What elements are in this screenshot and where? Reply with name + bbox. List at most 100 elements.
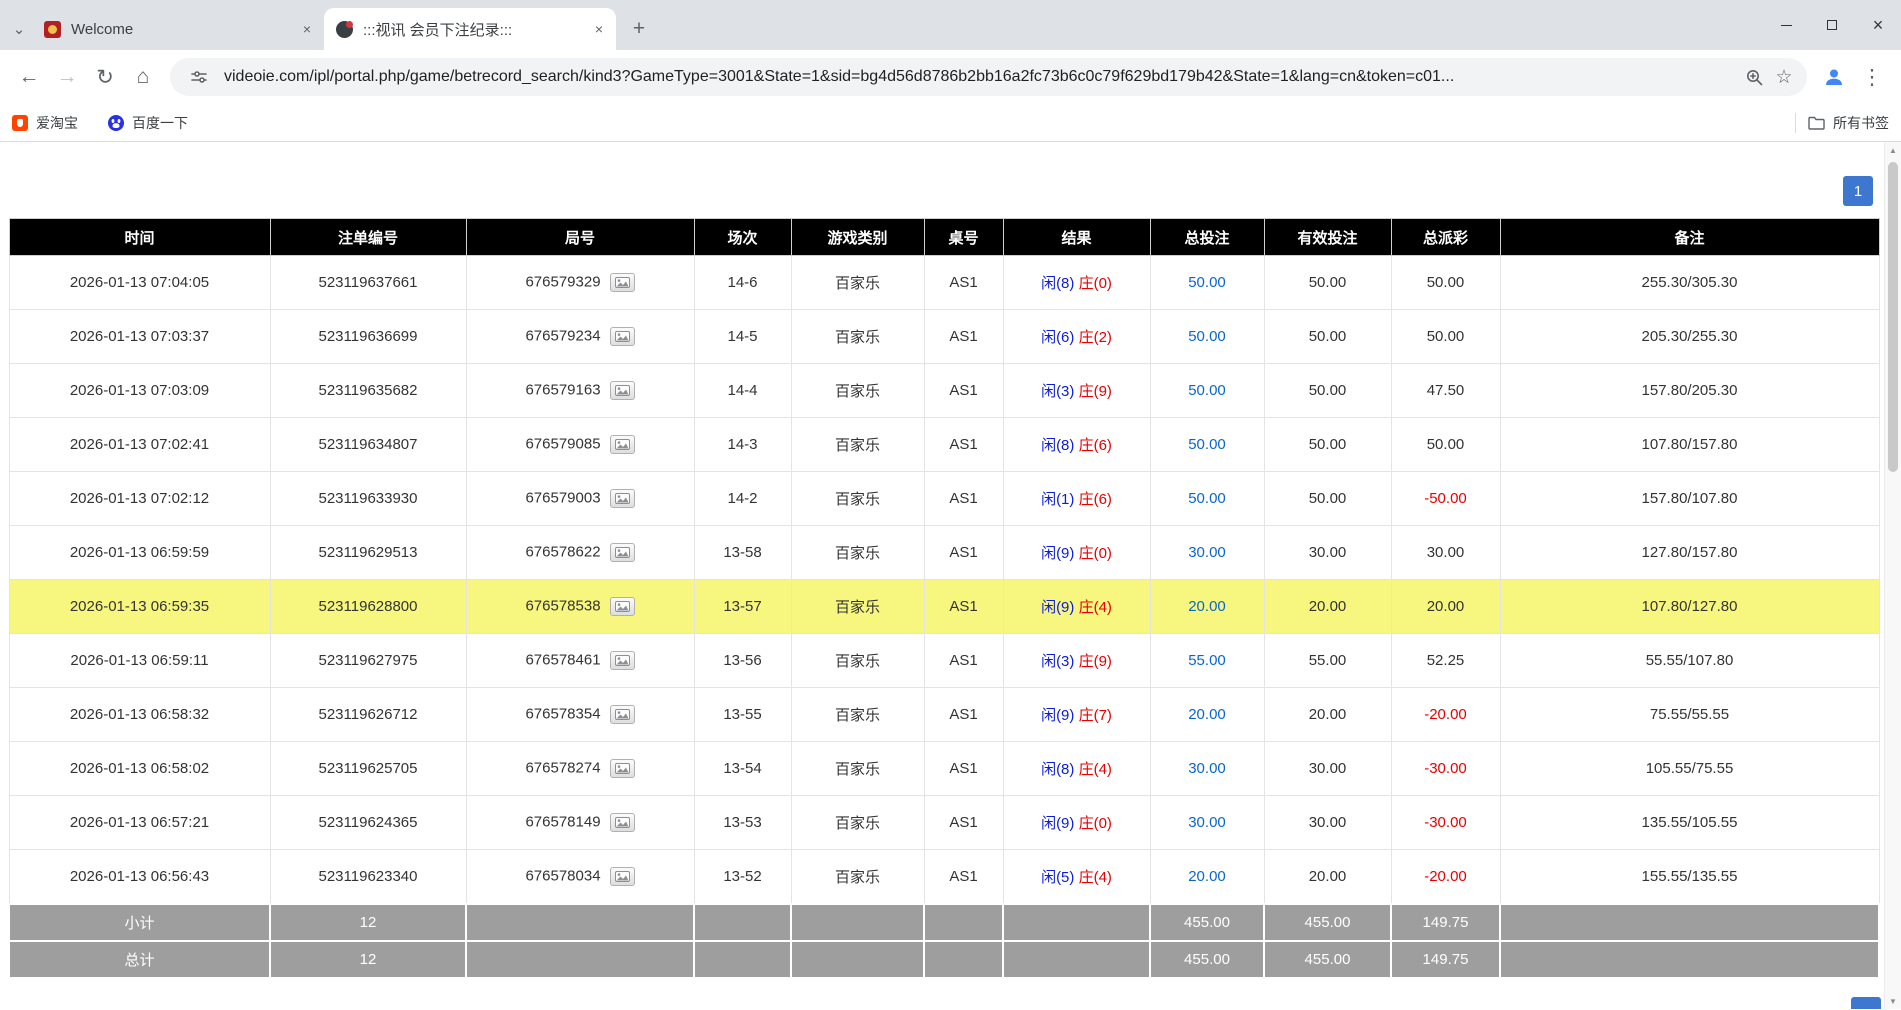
bookmark-taobao[interactable]: 爱淘宝 bbox=[12, 113, 78, 133]
bet-record-row[interactable]: 2026-01-13 06:57:21523119624365676578149… bbox=[9, 796, 1879, 850]
scroll-down-icon[interactable]: ▼ bbox=[1885, 993, 1901, 1009]
round-result-image-icon[interactable] bbox=[610, 813, 635, 832]
summary-empty-cell bbox=[694, 904, 791, 941]
round-result-image-icon[interactable] bbox=[610, 867, 635, 886]
forward-icon[interactable]: → bbox=[48, 58, 86, 96]
cell-table-number: AS1 bbox=[924, 850, 1003, 904]
cell-valid-bet: 30.00 bbox=[1264, 526, 1391, 580]
bet-record-row[interactable]: 2026-01-13 06:59:59523119629513676578622… bbox=[9, 526, 1879, 580]
round-number: 676578034 bbox=[525, 867, 600, 884]
round-result-image-icon[interactable] bbox=[610, 327, 635, 346]
total-bet-amount[interactable]: 30.00 bbox=[1188, 544, 1226, 561]
page-scrollbar[interactable]: ▲ ▼ bbox=[1884, 142, 1901, 1009]
total-bet-amount[interactable]: 50.00 bbox=[1188, 436, 1226, 453]
cell-table-number: AS1 bbox=[924, 526, 1003, 580]
cell-remark: 135.55/105.55 bbox=[1500, 796, 1879, 850]
round-result-image-icon[interactable] bbox=[610, 705, 635, 724]
zoom-icon[interactable] bbox=[1739, 62, 1769, 92]
total-bet-amount[interactable]: 50.00 bbox=[1188, 382, 1226, 399]
cell-valid-bet: 30.00 bbox=[1264, 796, 1391, 850]
total-bet-amount[interactable]: 50.00 bbox=[1188, 490, 1226, 507]
summary-label: 小计 bbox=[9, 904, 270, 941]
tab-welcome[interactable]: Welcome × bbox=[32, 8, 324, 50]
page-number-button-bottom[interactable] bbox=[1851, 997, 1881, 1009]
total-bet-amount[interactable]: 20.00 bbox=[1188, 598, 1226, 615]
summary-total-bet: 455.00 bbox=[1150, 904, 1264, 941]
result-player: 闲(5) bbox=[1041, 869, 1074, 886]
result-banker: 庄(2) bbox=[1079, 329, 1112, 346]
total-bet-amount[interactable]: 20.00 bbox=[1188, 706, 1226, 723]
round-result-image-icon[interactable] bbox=[610, 273, 635, 292]
bookmarks-bar: 爱淘宝 百度一下 所有书签 bbox=[0, 104, 1901, 142]
bet-record-row[interactable]: 2026-01-13 06:58:02523119625705676578274… bbox=[9, 742, 1879, 796]
bet-record-row[interactable]: 2026-01-13 07:03:37523119636699676579234… bbox=[9, 310, 1879, 364]
cell-round-number: 676579085 bbox=[466, 418, 694, 472]
site-settings-icon[interactable] bbox=[184, 62, 214, 92]
bookmark-baidu[interactable]: 百度一下 bbox=[108, 113, 188, 133]
bet-record-row[interactable]: 2026-01-13 07:02:12523119633930676579003… bbox=[9, 472, 1879, 526]
round-result-image-icon[interactable] bbox=[610, 489, 635, 508]
bet-record-row[interactable]: 2026-01-13 07:02:41523119634807676579085… bbox=[9, 418, 1879, 472]
back-icon[interactable]: ← bbox=[10, 58, 48, 96]
bet-record-row[interactable]: 2026-01-13 07:04:05523119637661676579329… bbox=[9, 256, 1879, 310]
tab-close-icon[interactable]: × bbox=[298, 20, 316, 38]
page-number-button[interactable]: 1 bbox=[1843, 176, 1873, 206]
summary-empty-cell bbox=[466, 904, 694, 941]
total-bet-amount[interactable]: 30.00 bbox=[1188, 760, 1226, 777]
cell-payout: -30.00 bbox=[1391, 742, 1500, 796]
cell-remark: 75.55/55.55 bbox=[1500, 688, 1879, 742]
home-icon[interactable]: ⌂ bbox=[124, 58, 162, 96]
cell-round-number: 676579003 bbox=[466, 472, 694, 526]
url-text[interactable]: videoie.com/ipl/portal.php/game/betrecor… bbox=[224, 68, 1739, 86]
summary-payout: 149.75 bbox=[1391, 941, 1500, 978]
tab-bar: ⌄ Welcome × :::视讯 会员下注纪录::: × + × bbox=[0, 0, 1901, 50]
total-bet-amount[interactable]: 50.00 bbox=[1188, 274, 1226, 291]
bet-record-row[interactable]: 2026-01-13 06:59:35523119628800676578538… bbox=[9, 580, 1879, 634]
summary-valid-bet: 455.00 bbox=[1264, 904, 1391, 941]
total-bet-amount[interactable]: 50.00 bbox=[1188, 328, 1226, 345]
bet-record-row[interactable]: 2026-01-13 06:56:43523119623340676578034… bbox=[9, 850, 1879, 904]
total-bet-amount[interactable]: 20.00 bbox=[1188, 868, 1226, 885]
scroll-up-icon[interactable]: ▲ bbox=[1885, 142, 1901, 158]
round-result-image-icon[interactable] bbox=[610, 543, 635, 562]
bet-record-row[interactable]: 2026-01-13 07:03:09523119635682676579163… bbox=[9, 364, 1879, 418]
subtotal-row: 小计12455.00455.00149.75 bbox=[9, 904, 1879, 941]
minimize-button[interactable] bbox=[1763, 0, 1809, 50]
cell-game-type: 百家乐 bbox=[791, 256, 924, 310]
round-result-image-icon[interactable] bbox=[610, 759, 635, 778]
scrollbar-thumb[interactable] bbox=[1888, 162, 1898, 472]
round-result-image-icon[interactable] bbox=[610, 435, 635, 454]
cell-bet-number: 523119634807 bbox=[270, 418, 466, 472]
cell-payout: 50.00 bbox=[1391, 256, 1500, 310]
result-player: 闲(6) bbox=[1041, 329, 1074, 346]
total-bet-amount[interactable]: 30.00 bbox=[1188, 814, 1226, 831]
new-tab-button[interactable]: + bbox=[624, 14, 654, 44]
round-result-image-icon[interactable] bbox=[610, 651, 635, 670]
cell-time: 2026-01-13 06:59:59 bbox=[9, 526, 270, 580]
round-result-image-icon[interactable] bbox=[610, 381, 635, 400]
cell-total-bet: 30.00 bbox=[1150, 526, 1264, 580]
tab-betrecord[interactable]: :::视讯 会员下注纪录::: × bbox=[324, 8, 616, 50]
round-number: 676578149 bbox=[525, 813, 600, 830]
total-bet-amount[interactable]: 55.00 bbox=[1188, 652, 1226, 669]
chevron-down-icon[interactable]: ⌄ bbox=[6, 8, 32, 50]
round-result-image-icon[interactable] bbox=[610, 597, 635, 616]
refresh-icon[interactable]: ↻ bbox=[86, 58, 124, 96]
maximize-button[interactable] bbox=[1809, 0, 1855, 50]
tab-close-icon[interactable]: × bbox=[590, 20, 608, 38]
address-bar[interactable]: videoie.com/ipl/portal.php/game/betrecor… bbox=[170, 58, 1807, 96]
cell-time: 2026-01-13 06:58:32 bbox=[9, 688, 270, 742]
bookmark-star-icon[interactable]: ☆ bbox=[1769, 62, 1799, 92]
cell-payout: 50.00 bbox=[1391, 418, 1500, 472]
summary-total-bet: 455.00 bbox=[1150, 941, 1264, 978]
bet-record-row[interactable]: 2026-01-13 06:59:11523119627975676578461… bbox=[9, 634, 1879, 688]
cell-total-bet: 55.00 bbox=[1150, 634, 1264, 688]
result-banker: 庄(7) bbox=[1079, 707, 1112, 724]
browser-menu-icon[interactable]: ⋮ bbox=[1853, 58, 1891, 96]
close-button[interactable]: × bbox=[1855, 0, 1901, 50]
cell-result: 闲(9) 庄(0) bbox=[1003, 796, 1150, 850]
all-bookmarks-button[interactable]: 所有书签 bbox=[1808, 113, 1889, 133]
profile-avatar-icon[interactable] bbox=[1815, 58, 1853, 96]
bet-record-row[interactable]: 2026-01-13 06:58:32523119626712676578354… bbox=[9, 688, 1879, 742]
cell-payout: -20.00 bbox=[1391, 688, 1500, 742]
